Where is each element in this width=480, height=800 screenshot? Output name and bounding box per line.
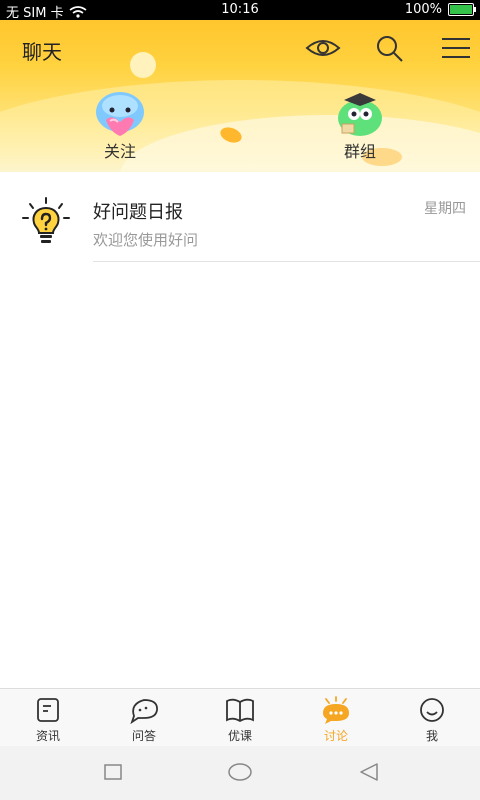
news-icon xyxy=(37,698,59,722)
eye-icon[interactable] xyxy=(305,34,341,62)
group-label: 群组 xyxy=(343,142,376,161)
chat-list: 好问题日报 星期四 欢迎您使用好问 xyxy=(0,182,480,262)
battery-fill xyxy=(450,5,472,14)
tab-me[interactable]: 我 xyxy=(384,689,480,747)
book-icon xyxy=(226,698,254,723)
smile-icon xyxy=(420,698,444,722)
back-icon[interactable] xyxy=(358,762,380,782)
chat-item[interactable]: 好问题日报 星期四 欢迎您使用好问 xyxy=(0,182,480,262)
tab-label: 讨论 xyxy=(323,729,348,743)
group-tile[interactable]: 群组 xyxy=(320,90,400,161)
divider xyxy=(93,261,480,262)
page-title: 聊天 xyxy=(22,40,62,64)
recent-apps-icon[interactable] xyxy=(103,762,123,782)
tab-label: 优课 xyxy=(227,729,252,743)
chat-header: 聊天 关注 群组 xyxy=(0,20,480,172)
tab-label: 问答 xyxy=(131,729,156,743)
system-nav-bar xyxy=(0,746,480,800)
lightbulb-question-icon xyxy=(22,197,70,243)
bottom-tab-bar: 资讯 问答 优课 讨论 我 xyxy=(0,688,480,747)
tab-qa[interactable]: 问答 xyxy=(96,689,192,747)
status-bar: 无 SIM 卡 10:16 100% xyxy=(0,0,480,21)
chat-bubble-icon xyxy=(323,696,349,724)
chat-time: 星期四 xyxy=(424,201,466,217)
chat-preview: 欢迎您使用好问 xyxy=(93,231,199,249)
tab-label: 资讯 xyxy=(35,729,60,743)
graduate-mascot-icon xyxy=(338,93,382,136)
battery-text: 100% xyxy=(404,2,442,17)
heart-mascot-icon xyxy=(96,92,144,136)
follow-tile[interactable]: 关注 xyxy=(80,90,160,161)
search-icon[interactable] xyxy=(372,34,408,62)
menu-icon[interactable] xyxy=(438,34,474,62)
decor-moon xyxy=(130,52,156,78)
qa-icon xyxy=(130,699,158,724)
tab-label: 我 xyxy=(425,729,438,743)
tab-discuss[interactable]: 讨论 xyxy=(288,689,384,747)
follow-label: 关注 xyxy=(103,142,136,161)
tab-course[interactable]: 优课 xyxy=(192,689,288,747)
battery-icon xyxy=(448,3,476,16)
tab-news[interactable]: 资讯 xyxy=(0,689,96,747)
chat-name: 好问题日报 xyxy=(93,202,183,223)
home-icon[interactable] xyxy=(227,762,253,782)
